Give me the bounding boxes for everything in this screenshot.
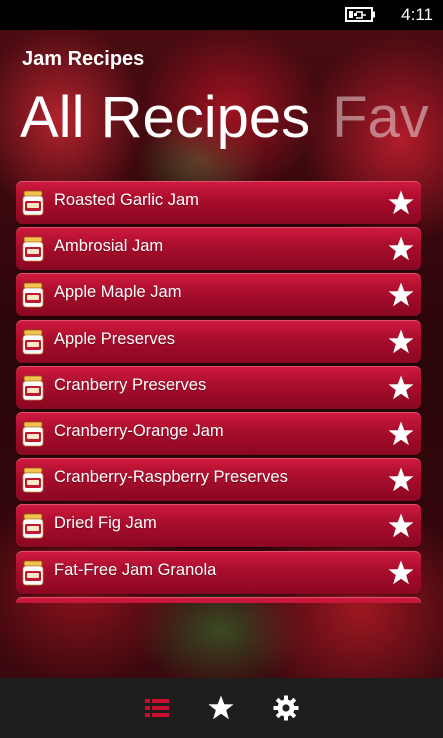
- app-title: Jam Recipes: [22, 48, 145, 70]
- star-icon[interactable]: [207, 694, 235, 722]
- app-bar: [0, 678, 443, 738]
- recipe-list[interactable]: Roasted Garlic Jam Ambrosial Jam Apple M…: [16, 181, 421, 603]
- jam-jar-icon: [22, 282, 44, 308]
- list-item[interactable]: Cranberry-Raspberry Preserves: [16, 458, 421, 502]
- list-item-partial[interactable]: [16, 596, 421, 603]
- recipe-name: Cranberry-Orange Jam: [54, 421, 224, 440]
- favorite-star-icon[interactable]: [387, 235, 415, 263]
- favorite-star-icon[interactable]: [387, 420, 415, 448]
- list-item[interactable]: Cranberry-Orange Jam: [16, 411, 421, 455]
- jam-jar-icon: [22, 190, 44, 216]
- pivot-item-all-recipes[interactable]: All Recipes: [20, 85, 310, 150]
- list-item[interactable]: Apple Preserves: [16, 319, 421, 363]
- recipe-name: Roasted Garlic Jam: [54, 191, 199, 209]
- recipe-name: Fat-Free Jam Granola: [54, 560, 217, 579]
- pivot-header: All Recipes Fav: [20, 80, 429, 156]
- recipe-name: Apple Maple Jam: [54, 283, 182, 302]
- list-item[interactable]: Cranberry Preserves: [16, 365, 421, 409]
- list-item[interactable]: Roasted Garlic Jam: [16, 181, 421, 224]
- favorite-star-icon[interactable]: [387, 328, 415, 356]
- recipe-name: Cranberry Preserves: [54, 375, 207, 394]
- list-item[interactable]: Apple Maple Jam: [16, 273, 421, 317]
- recipe-name: Cranberry-Raspberry Preserves: [54, 468, 288, 487]
- favorite-star-icon[interactable]: [387, 189, 415, 217]
- battery-charging-icon: [345, 7, 375, 22]
- list-item[interactable]: Dried Fig Jam: [16, 504, 421, 548]
- jam-jar-icon: [22, 236, 44, 262]
- jam-jar-icon: [22, 560, 44, 585]
- list-item[interactable]: Ambrosial Jam: [16, 227, 421, 271]
- clock: 4:11: [401, 5, 433, 24]
- jam-jar-icon: [22, 467, 44, 493]
- recipe-name: Dried Fig Jam: [54, 514, 157, 533]
- gear-icon[interactable]: [272, 694, 300, 722]
- list-item[interactable]: Fat-Free Jam Granola: [16, 550, 421, 594]
- pivot-item-favorites[interactable]: Fav: [332, 85, 429, 150]
- favorite-star-icon[interactable]: [387, 512, 415, 540]
- recipe-name: Apple Preserves: [54, 329, 176, 348]
- jam-jar-icon: [22, 513, 44, 539]
- list-icon[interactable]: [143, 694, 171, 722]
- favorite-star-icon[interactable]: [387, 281, 415, 309]
- jam-jar-icon: [22, 329, 44, 354]
- jam-jar-icon: [22, 375, 44, 401]
- favorite-star-icon[interactable]: [387, 374, 415, 402]
- favorite-star-icon[interactable]: [387, 466, 415, 494]
- status-bar: 4:11: [0, 0, 443, 30]
- recipe-name: Ambrosial Jam: [54, 237, 164, 256]
- jam-jar-icon: [22, 421, 44, 447]
- favorite-star-icon[interactable]: [387, 559, 415, 587]
